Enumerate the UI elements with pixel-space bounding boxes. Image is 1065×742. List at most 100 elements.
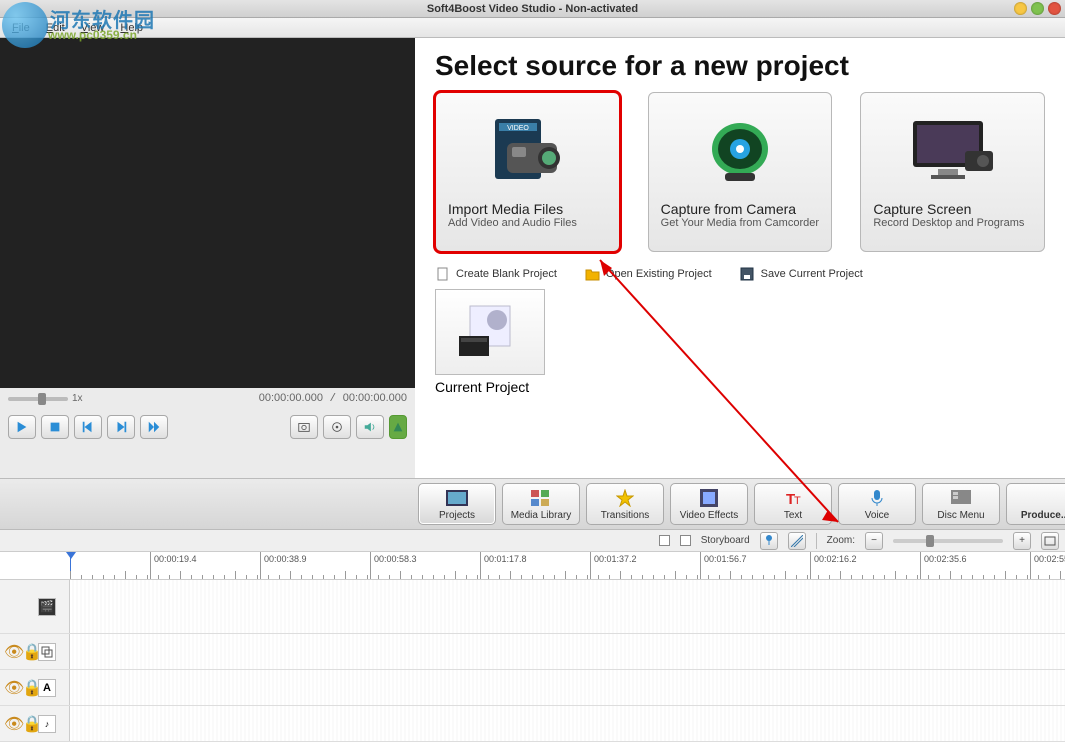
preview-viewport[interactable] bbox=[0, 38, 415, 388]
card-import-media[interactable]: VIDEO Import Media Files Add Video and A… bbox=[435, 92, 620, 252]
tab-video-effects[interactable]: Video Effects bbox=[670, 483, 748, 525]
current-project[interactable]: Current Project bbox=[435, 289, 545, 395]
next-frame-button[interactable] bbox=[107, 415, 135, 439]
eye-icon[interactable]: 👁 bbox=[4, 678, 18, 698]
card-sub: Add Video and Audio Files bbox=[448, 217, 607, 229]
eye-icon[interactable]: 👁 bbox=[4, 642, 18, 662]
lock-icon[interactable]: 🔒 bbox=[22, 678, 34, 698]
storyboard-checkbox[interactable] bbox=[659, 535, 670, 546]
timeline-tracks: 🎬 👁 🔒 👁 🔒 A 👁 🔒 ♪ bbox=[0, 580, 1065, 742]
action-label: Save Current Project bbox=[761, 268, 863, 280]
text-track-icon: A bbox=[38, 679, 56, 697]
tab-disc-menu[interactable]: Disc Menu bbox=[922, 483, 1000, 525]
project-actions: Create Blank Project Open Existing Proje… bbox=[435, 266, 1045, 281]
source-heading: Select source for a new project bbox=[435, 50, 1045, 82]
speed-slider[interactable] bbox=[8, 397, 68, 401]
ruler-tick: 00:01:37.2 bbox=[590, 552, 591, 579]
menu-file[interactable]: File bbox=[4, 20, 38, 36]
tab-voice[interactable]: Voice bbox=[838, 483, 916, 525]
card-sub: Record Desktop and Programs bbox=[873, 217, 1032, 229]
folder-icon bbox=[585, 266, 600, 281]
track-text[interactable]: 👁 🔒 A bbox=[0, 670, 1065, 706]
play-button[interactable] bbox=[8, 415, 36, 439]
tab-produce[interactable]: Produce... bbox=[1006, 483, 1065, 525]
speed-label: 1x bbox=[72, 393, 83, 404]
card-title: Capture from Camera bbox=[661, 201, 820, 217]
settings-icon-button[interactable] bbox=[323, 415, 351, 439]
tab-label: Disc Menu bbox=[937, 510, 984, 521]
fast-forward-button[interactable] bbox=[140, 415, 168, 439]
tab-label: Transitions bbox=[601, 510, 650, 521]
track-video[interactable]: 🎬 bbox=[0, 580, 1065, 634]
eye-icon[interactable]: 👁 bbox=[4, 714, 18, 734]
action-create-blank[interactable]: Create Blank Project bbox=[435, 266, 557, 281]
zoom-out-button[interactable]: − bbox=[865, 532, 883, 550]
ruler-tick-label: 00:02:35.6 bbox=[924, 554, 967, 564]
zoom-label: Zoom: bbox=[827, 535, 855, 546]
zoom-in-button[interactable]: + bbox=[1013, 532, 1031, 550]
audio-track-icon: ♪ bbox=[38, 715, 56, 733]
card-capture-camera[interactable]: Capture from Camera Get Your Media from … bbox=[648, 92, 833, 252]
ruler-tick-label: 00:00:38.9 bbox=[264, 554, 307, 564]
window-title: Soft4Boost Video Studio - Non-activated bbox=[427, 3, 638, 15]
menu-bar: File Edit View Help bbox=[0, 18, 1065, 38]
ruler-tick: 00:00:58.3 bbox=[370, 552, 371, 579]
time-current: 00:00:00.000 bbox=[259, 392, 323, 404]
action-open-existing[interactable]: Open Existing Project bbox=[585, 266, 712, 281]
tab-label: Projects bbox=[439, 510, 475, 521]
timeline-view-row: Storyboard Zoom: − + bbox=[0, 530, 1065, 552]
lock-icon[interactable]: 🔒 bbox=[22, 642, 34, 662]
track-header: 🎬 bbox=[0, 580, 70, 633]
tab-media-library[interactable]: Media Library bbox=[502, 483, 580, 525]
tab-label: Produce... bbox=[1021, 510, 1065, 521]
stop-button[interactable] bbox=[41, 415, 69, 439]
menu-view[interactable]: View bbox=[73, 20, 113, 36]
ruler-tick: 00:00:38.9 bbox=[260, 552, 261, 579]
menu-help[interactable]: Help bbox=[112, 20, 151, 36]
tab-transitions[interactable]: Transitions bbox=[586, 483, 664, 525]
tab-text[interactable]: TT Text bbox=[754, 483, 832, 525]
action-label: Create Blank Project bbox=[456, 268, 557, 280]
page-icon bbox=[435, 266, 450, 281]
storyboard-checkbox-2[interactable] bbox=[680, 535, 691, 546]
tab-label: Video Effects bbox=[680, 510, 739, 521]
maximize-button[interactable] bbox=[1031, 2, 1044, 15]
track-audio[interactable]: 👁 🔒 ♪ bbox=[0, 706, 1065, 742]
tab-projects[interactable]: Projects bbox=[418, 483, 496, 525]
mode-tab-bar: Projects Media Library Transitions Video… bbox=[0, 478, 1065, 530]
prev-frame-button[interactable] bbox=[74, 415, 102, 439]
microphone-icon bbox=[870, 488, 884, 508]
tab-label: Media Library bbox=[511, 510, 572, 521]
tab-label: Voice bbox=[865, 510, 889, 521]
source-panel: Select source for a new project VIDEO Im… bbox=[415, 38, 1065, 478]
film-icon bbox=[446, 488, 468, 508]
zoom-fit-button[interactable] bbox=[1041, 532, 1059, 550]
grid-icon bbox=[531, 488, 551, 508]
transport-bar bbox=[0, 409, 415, 445]
action-save-current[interactable]: Save Current Project bbox=[740, 266, 863, 281]
source-cards: VIDEO Import Media Files Add Video and A… bbox=[435, 92, 1045, 252]
ruler-tick: 00:02:35.6 bbox=[920, 552, 921, 579]
snapshot-button[interactable] bbox=[290, 415, 318, 439]
star-icon bbox=[616, 488, 634, 508]
fullscreen-button[interactable] bbox=[389, 415, 407, 439]
minimize-button[interactable] bbox=[1014, 2, 1027, 15]
time-total: 00:00:00.000 bbox=[343, 392, 407, 404]
track-overlay[interactable]: 👁 🔒 bbox=[0, 634, 1065, 670]
ruler-tick-label: 00:01:17.8 bbox=[484, 554, 527, 564]
snap-button[interactable] bbox=[788, 532, 806, 550]
svg-text:T: T bbox=[794, 495, 801, 506]
volume-button[interactable] bbox=[356, 415, 384, 439]
zoom-slider[interactable] bbox=[893, 539, 1003, 543]
timeline-ruler[interactable]: 00:00:19.4 00:00:38.9 00:00:58.3 00:01:17.8… bbox=[0, 552, 1065, 580]
menu-edit[interactable]: Edit bbox=[38, 20, 73, 36]
tab-label: Text bbox=[784, 510, 802, 521]
card-capture-screen[interactable]: Capture Screen Record Desktop and Progra… bbox=[860, 92, 1045, 252]
lock-icon[interactable]: 🔒 bbox=[22, 714, 34, 734]
marker-button[interactable] bbox=[760, 532, 778, 550]
project-thumbnail bbox=[435, 289, 545, 375]
close-button[interactable] bbox=[1048, 2, 1061, 15]
ruler-tick: 00:00:19.4 bbox=[150, 552, 151, 579]
overlay-icon bbox=[38, 643, 56, 661]
ruler-tick: 00:02:16.2 bbox=[810, 552, 811, 579]
